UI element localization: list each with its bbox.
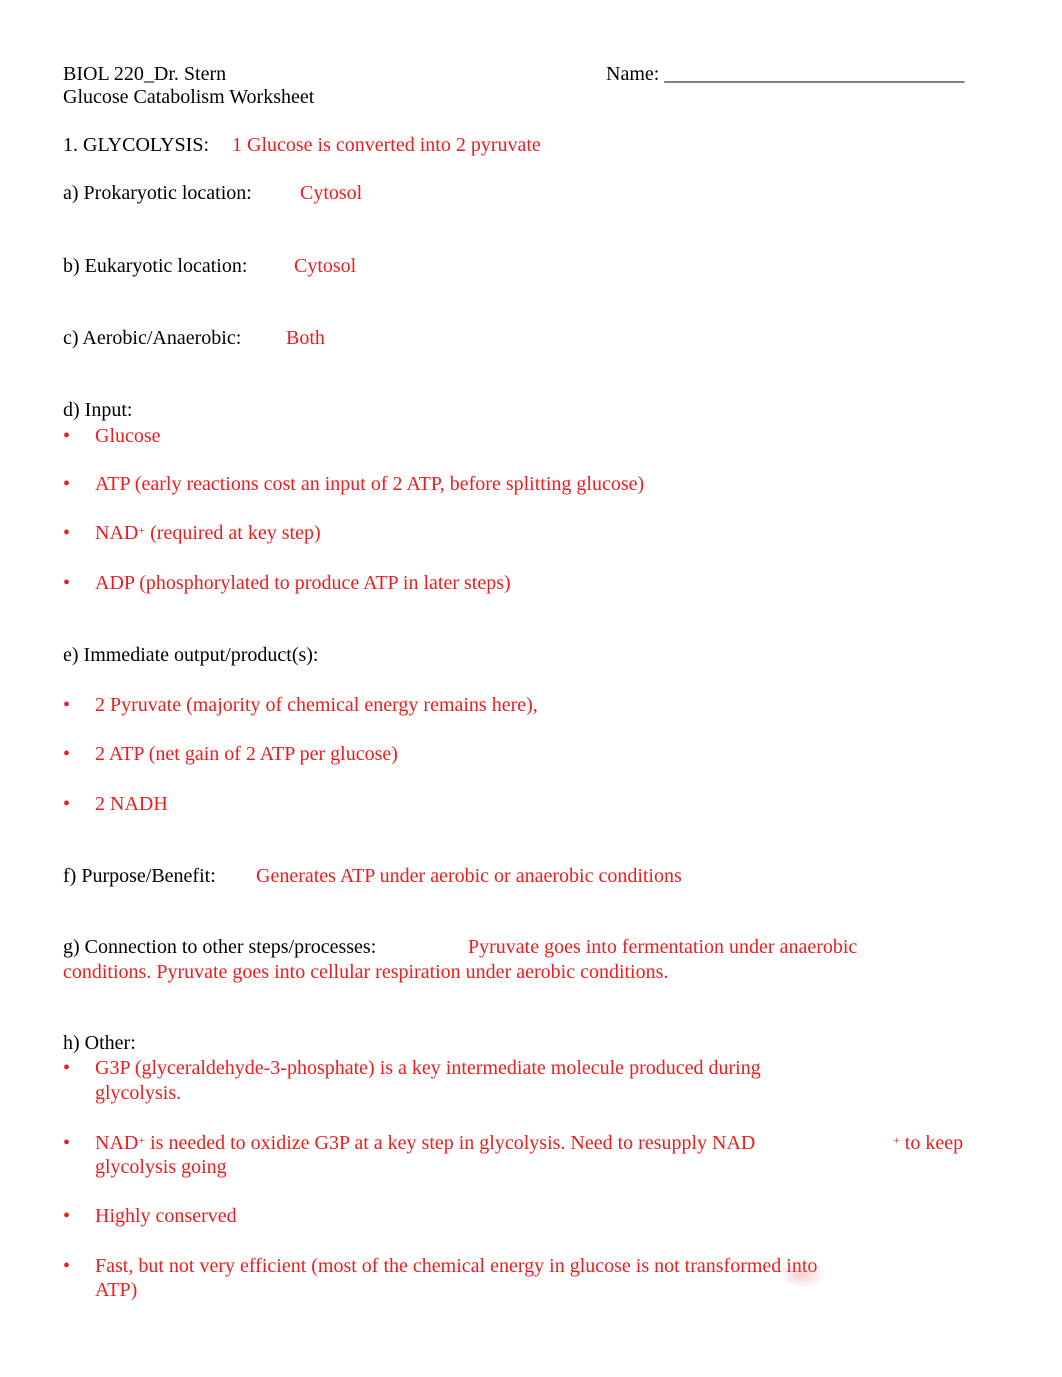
other-item: G3P (glyceraldehyde-3-phosphate) is a ke… [95,1057,761,1079]
question-f-label: f) Purpose/Benefit: [63,865,216,887]
question-c-answer: Both [286,327,325,349]
question-c-label: c) Aerobic/Anaerobic: [63,327,242,349]
other-item: Fast, but not very efficient (most of th… [95,1255,818,1277]
output-item: 2 ATP (net gain of 2 ATP per glucose) [95,743,398,765]
bullet-icon: • [63,572,71,594]
bullet-icon: • [63,1057,71,1079]
question-f-answer: Generates ATP under aerobic or anaerobic… [256,865,682,887]
question-b-answer: Cytosol [294,255,357,277]
name-label: Name: [606,63,660,85]
worksheet-title: Glucose Catabolism Worksheet [63,86,315,108]
question-e-label: e) Immediate output/product(s): [63,644,319,666]
question-h-label: h) Other: [63,1032,136,1054]
output-item: 2 NADH [95,793,168,815]
name-field[interactable]: Name: ______________________________ [606,62,964,86]
question-a-answer: Cytosol [300,182,363,204]
course-label: BIOL 220_Dr. Stern [63,63,227,85]
bullet-icon: • [63,522,71,544]
bullet-icon: • [63,694,71,716]
output-item: 2 Pyruvate (majority of chemical energy … [95,694,538,716]
question-b-label: b) Eukaryotic location: [63,255,248,277]
bullet-icon: • [63,743,71,765]
other-item: NAD+ is needed to oxidize G3P at a key s… [95,1132,756,1154]
bullet-icon: • [63,793,71,815]
other-item-tail: + to keep [893,1132,964,1154]
question-a-label: a) Prokaryotic location: [63,182,252,204]
question-g-answer-line1: Pyruvate goes into fermentation under an… [468,936,858,958]
section-summary: 1 Glucose is converted into 2 pyruvate [232,134,541,156]
input-item: ADP (phosphorylated to produce ATP in la… [95,572,511,594]
question-d-label: d) Input: [63,399,133,421]
input-item: NAD+ (required at key step) [95,522,321,544]
other-item-continuation: ATP) [95,1279,138,1301]
input-item: ATP (early reactions cost an input of 2 … [95,473,645,495]
other-item-continuation: glycolysis going [95,1156,227,1178]
input-item: Glucose [95,425,161,447]
question-g-answer-line2: conditions. Pyruvate goes into cellular … [63,961,669,983]
bullet-icon: • [63,473,71,495]
bullet-icon: • [63,425,71,447]
section-heading: 1. GLYCOLYSIS: [63,134,210,156]
other-item: Highly conserved [95,1205,237,1227]
bullet-icon: • [63,1132,71,1154]
other-item-continuation: glycolysis. [95,1082,182,1104]
bullet-icon: • [63,1205,71,1227]
smudge-mark [778,1262,826,1288]
question-g-label: g) Connection to other steps/processes: [63,936,377,958]
bullet-icon: • [63,1255,71,1277]
name-line[interactable]: ______________________________ [664,63,964,85]
